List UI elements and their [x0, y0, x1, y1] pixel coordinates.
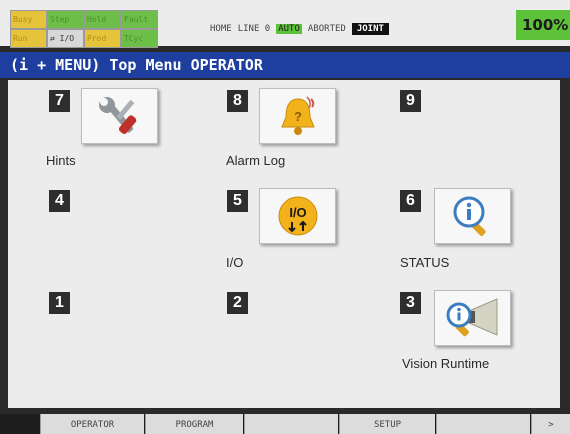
menu-item-hints-button[interactable] [81, 88, 158, 144]
menu-item-status-label: STATUS [400, 255, 450, 270]
menu-item-vision-runtime-button[interactable] [434, 290, 511, 346]
io-led: ⇄ I/O [47, 29, 84, 48]
fault-led: Fault [121, 10, 158, 29]
menu-item-io-label: I/O [226, 255, 244, 270]
menu-item-8-number: 8 [227, 90, 248, 112]
io-enable-icon: ⇄ [50, 34, 55, 43]
program-state: ABORTED [307, 24, 346, 34]
menu-item-status-button[interactable] [434, 188, 511, 244]
status-bar: Busy Step Hold Fault Run ⇄ I/O Prod TCyc… [0, 0, 570, 48]
menu-item-7-number: 7 [49, 90, 70, 112]
menu-item-alarm-log-button[interactable]: ? [259, 88, 336, 144]
hold-led: Hold [84, 10, 121, 29]
io-led-label: I/O [59, 34, 75, 43]
status-info-icon [453, 196, 486, 236]
f3-button[interactable] [244, 414, 338, 434]
menu-item-alarm-log-label: Alarm Log [226, 153, 286, 168]
f1-operator-button[interactable]: OPERATOR [40, 414, 144, 434]
function-key-bar: OPERATOR PROGRAM SETUP > [0, 414, 570, 434]
f5-button[interactable] [436, 414, 530, 434]
menu-item-io-button[interactable]: I/O [259, 188, 336, 244]
page-title: (i + MENU) Top Menu OPERATOR [0, 52, 570, 78]
menu-item-5-number: 5 [227, 190, 248, 212]
program-name: HOME [210, 24, 232, 34]
svg-text:?: ? [294, 109, 302, 124]
svg-text:I/O: I/O [289, 205, 306, 220]
io-icon: I/O [278, 196, 317, 236]
line-number: LINE 0 [237, 24, 271, 34]
menu-item-1-number[interactable]: 1 [49, 292, 70, 314]
top-menu-panel: 7 Hints 8 ? Alarm Log 9 4 5 I/O I/O 6 ST… [8, 80, 560, 408]
status-line: HOME LINE 0 AUTO ABORTED JOINT [210, 20, 395, 38]
run-led: Run [10, 29, 47, 48]
menu-item-hints-label: Hints [46, 153, 76, 168]
alarm-bell-icon: ? [280, 96, 315, 135]
f2-program-button[interactable]: PROGRAM [145, 414, 243, 434]
mode-badge: AUTO [276, 24, 302, 34]
speed-override[interactable]: 100% [516, 10, 570, 40]
coord-system-badge: JOINT [351, 23, 389, 35]
f4-setup-button[interactable]: SETUP [339, 414, 435, 434]
menu-item-4-number[interactable]: 4 [49, 190, 70, 212]
menu-item-vision-runtime-label: Vision Runtime [402, 356, 490, 371]
next-page-button[interactable]: > [531, 414, 570, 434]
menu-item-3-number: 3 [400, 292, 421, 314]
vision-info-icon [446, 298, 497, 337]
tools-icon [98, 97, 136, 135]
menu-item-6-number: 6 [400, 190, 421, 212]
busy-led: Busy [10, 10, 47, 29]
tcyc-led: TCyc [121, 29, 158, 48]
menu-item-2-number[interactable]: 2 [227, 292, 248, 314]
step-led: Step [47, 10, 84, 29]
prod-led: Prod [84, 29, 121, 48]
menu-item-9-number[interactable]: 9 [400, 90, 421, 112]
